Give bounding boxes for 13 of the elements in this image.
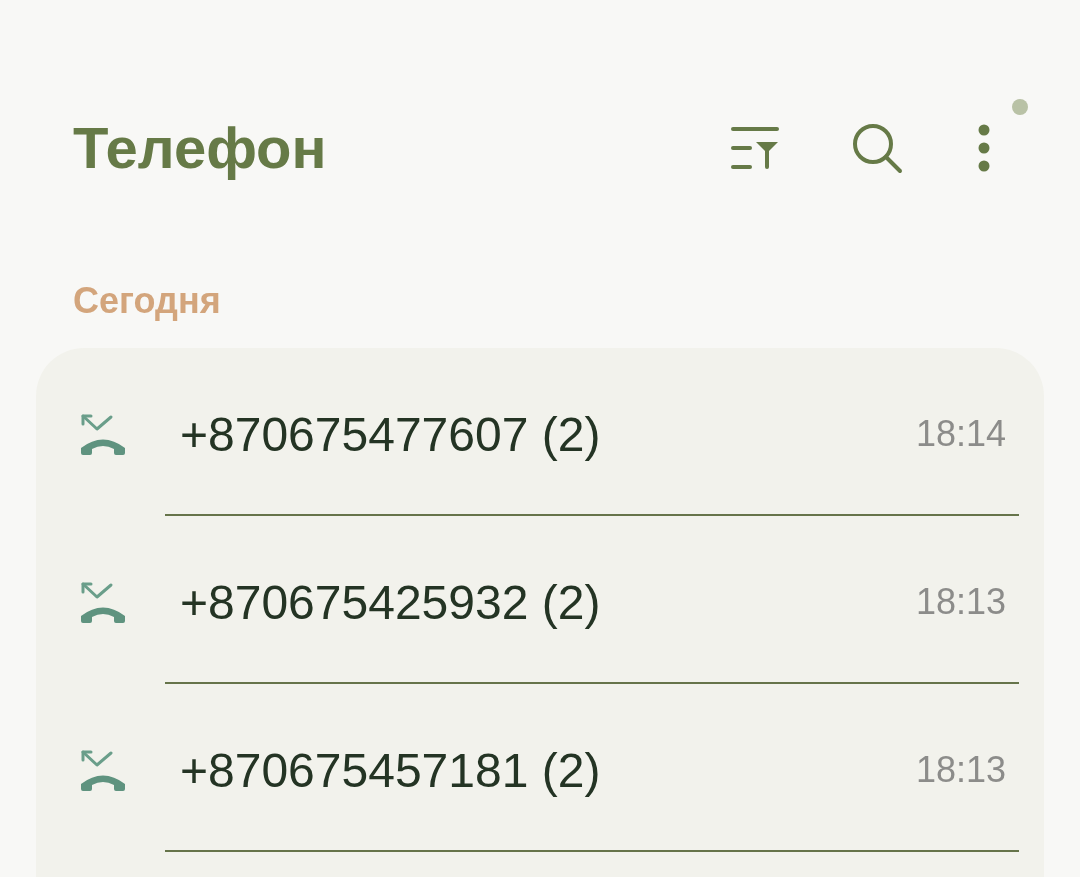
call-time: 18:13 <box>915 581 1006 623</box>
search-icon[interactable] <box>851 122 903 174</box>
filter-list-icon[interactable] <box>731 126 779 170</box>
handset-arrow-icon <box>80 749 126 791</box>
call-time: 18:14 <box>915 413 1006 455</box>
phone-number[interactable]: +870675457181 (2) <box>180 742 601 798</box>
phone-number[interactable]: +870675425932 (2) <box>180 574 601 630</box>
more-options-icon[interactable] <box>978 124 990 172</box>
phone-number[interactable]: +870675477607 (2) <box>180 406 601 462</box>
call-time: 18:13 <box>915 749 1006 791</box>
handset-arrow-icon <box>80 581 126 623</box>
section-header: Сегодня <box>73 283 222 323</box>
handset-arrow-icon <box>80 413 126 455</box>
